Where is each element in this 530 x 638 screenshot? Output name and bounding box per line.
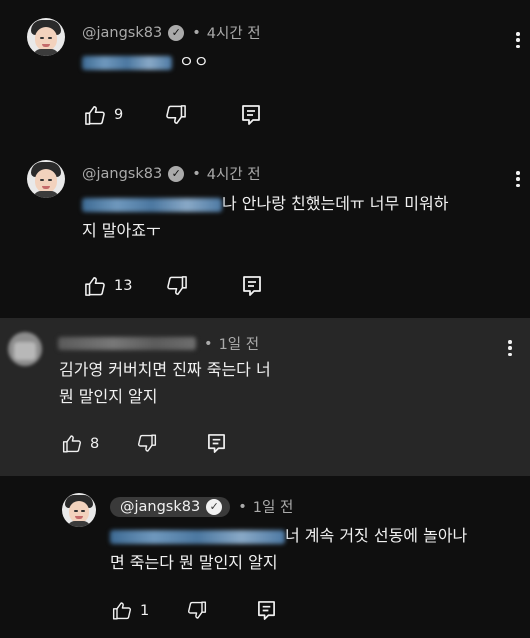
thumbs-down-icon [188,601,207,619]
comment-text: 너 계속 거짓 선동에 놀아나 면 죽는다 뭔 말인지 알지 [110,526,468,572]
like-button[interactable]: 1 [112,601,149,620]
comment-2: @jangsk83 ✓ • 4시간 전 나 안나랑 친했는데ㅠ 너무 미워하 지… [0,140,530,318]
creator-handle-badge[interactable]: @jangsk83 ✓ [110,496,231,517]
reply-icon [208,434,226,453]
reply-button[interactable] [207,433,226,454]
dislike-button[interactable] [187,601,207,620]
comment-header: @jangsk83 ✓ • 1일 전 [110,496,293,517]
reply-icon [258,601,276,620]
comment-header: @jangsk83 ✓ • 4시간 전 [82,22,261,43]
like-count: 9 [114,107,124,123]
reply-icon [242,105,261,125]
timestamp[interactable]: 1일 전 [253,496,294,517]
comment-4-reply: @jangsk83 ✓ • 1일 전 너 계속 거짓 선동에 놀아나 면 죽는다… [0,476,530,638]
reply-button[interactable] [257,600,276,621]
channel-handle: @jangsk83 [120,498,201,515]
thumbs-down-icon [167,276,188,295]
timestamp[interactable]: 4시간 전 [207,163,261,184]
avatar[interactable] [8,332,42,366]
blurred-username[interactable] [58,337,196,350]
comment-text: 김가영 커버치면 진짜 죽는다 너 뭔 말인지 알지 [59,360,271,406]
reply-icon [243,276,262,296]
comment-actions: 13 [84,275,262,297]
comment-1: @jangsk83 ✓ • 4시간 전 ㅇㅇ 9 [0,0,530,140]
like-button[interactable]: 13 [84,276,132,296]
verified-check-icon: ✓ [206,498,223,515]
comment-header: @jangsk83 ✓ • 4시간 전 [82,163,261,184]
reply-button[interactable] [242,275,262,297]
more-options-icon[interactable] [511,169,525,189]
like-count: 1 [140,602,150,619]
like-count: 8 [90,435,100,452]
comment-header: • 1일 전 [58,333,259,354]
comment-text: 나 안나랑 친했는데ㅠ 너무 미워하 지 말아죠ㅜ [82,194,449,240]
thumbs-up-icon [85,277,105,296]
more-options-icon[interactable] [511,30,525,50]
blurred-mention [110,529,285,544]
comment-actions: 8 [62,433,226,454]
avatar[interactable] [27,160,65,198]
thumbs-up-icon [112,602,132,620]
thumbs-up-icon [62,435,82,453]
avatar[interactable] [62,493,96,527]
thumbs-up-icon [85,106,105,125]
thumbs-down-icon [166,105,187,124]
verified-check-icon: ✓ [168,165,185,182]
comment-text: ㅇㅇ [82,48,209,75]
channel-handle[interactable]: @jangsk83 [82,25,162,41]
avatar[interactable] [27,18,65,56]
reply-button[interactable] [241,104,261,126]
timestamp[interactable]: 4시간 전 [207,22,261,43]
dislike-button[interactable] [166,276,188,296]
like-button[interactable]: 8 [62,434,99,453]
channel-handle[interactable]: @jangsk83 [82,166,162,182]
like-count: 13 [114,278,133,294]
comment-actions: 9 [84,104,261,126]
like-button[interactable]: 9 [84,105,123,125]
comment-actions: 1 [112,600,276,621]
verified-check-icon: ✓ [168,24,185,41]
blurred-mention [82,55,172,70]
dislike-button[interactable] [165,105,187,125]
comment-3: • 1일 전 김가영 커버치면 진짜 죽는다 너 뭔 말인지 알지 8 [0,318,530,476]
timestamp[interactable]: 1일 전 [219,333,260,354]
thumbs-down-icon [138,434,157,452]
dislike-button[interactable] [137,434,157,453]
blurred-mention [82,197,222,212]
more-options-icon[interactable] [503,338,517,358]
